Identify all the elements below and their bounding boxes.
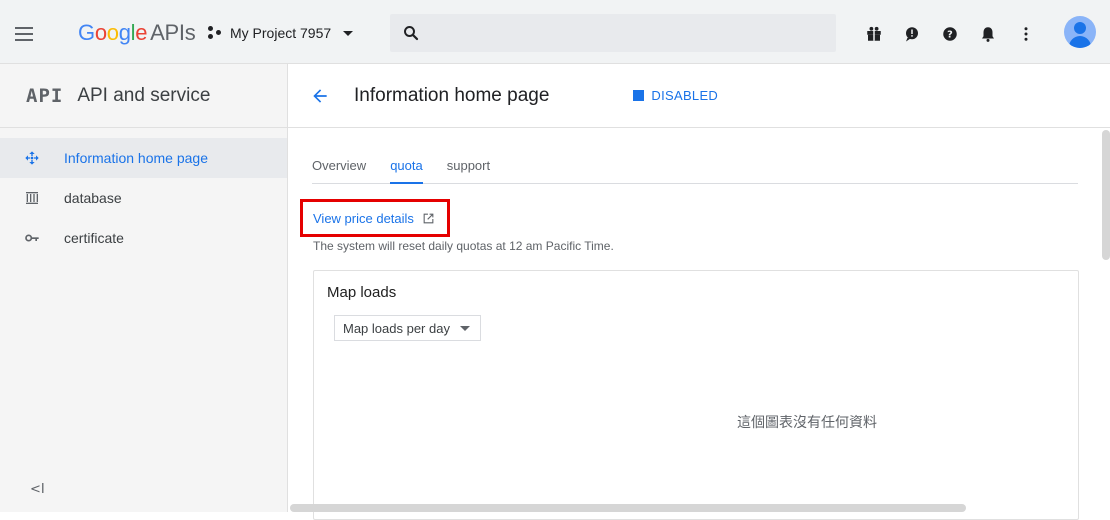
project-selector[interactable]: My Project 7957 <box>208 25 354 41</box>
notifications-icon[interactable] <box>972 20 1004 48</box>
logo-suffix: APIs <box>150 20 196 45</box>
tab-support[interactable]: support <box>447 152 490 183</box>
open-in-new-icon <box>423 213 434 223</box>
tab-bar: Overview quota support <box>312 152 1078 184</box>
sidebar-nav: Information home page database certifica… <box>0 128 287 258</box>
sidebar-item-label: database <box>64 190 122 206</box>
sidebar: API API and service Information home pag… <box>0 64 288 512</box>
top-icons: ? <box>858 20 1048 48</box>
key-icon <box>24 230 40 246</box>
view-price-details-link[interactable]: View price details <box>313 211 435 226</box>
search-bar[interactable] <box>390 14 836 52</box>
project-dots-icon <box>208 26 224 40</box>
tab-quota[interactable]: quota <box>390 152 423 184</box>
feedback-icon[interactable] <box>896 20 928 48</box>
library-icon <box>24 190 40 206</box>
sidebar-item-label: certificate <box>64 230 124 246</box>
tab-overview[interactable]: Overview <box>312 152 366 183</box>
page-title: Information home page <box>354 84 550 106</box>
sidebar-item-certificate[interactable]: certificate <box>0 218 287 258</box>
main-menu-button[interactable] <box>8 18 40 50</box>
svg-text:?: ? <box>947 29 953 40</box>
sidebar-title: API and service <box>77 84 211 106</box>
horizontal-scrollbar[interactable] <box>290 504 966 512</box>
quota-reset-note: The system will reset daily quotas at 12… <box>313 239 614 253</box>
empty-chart-message: 這個圖表沒有任何資料 <box>737 414 877 430</box>
vertical-scrollbar[interactable] <box>1102 130 1110 260</box>
metric-select[interactable]: Map loads per day <box>334 315 481 341</box>
back-button[interactable] <box>300 76 340 116</box>
status-badge: DISABLED <box>633 88 718 103</box>
dashboard-icon <box>24 150 40 166</box>
price-link-label: View price details <box>313 210 414 226</box>
select-value: Map loads per day <box>343 320 450 336</box>
hamburger-icon <box>15 27 33 29</box>
sidebar-item-label: Information home page <box>64 150 208 166</box>
sidebar-item-information-home-page[interactable]: Information home page <box>0 138 287 178</box>
api-mark: API <box>26 84 64 107</box>
chevron-down-icon <box>459 325 470 331</box>
card-title: Map loads <box>327 284 397 301</box>
project-name: My Project 7957 <box>230 25 332 41</box>
main-content: Information home page DISABLED Overview … <box>288 64 1110 520</box>
sidebar-header: API API and service <box>0 64 287 128</box>
sidebar-item-database[interactable]: database <box>0 178 287 218</box>
search-input[interactable] <box>430 14 836 52</box>
search-icon <box>404 26 419 41</box>
map-loads-card: Map loads Map loads per day 這個圖表沒有任何資料 <box>313 270 1079 520</box>
arrow-back-icon <box>313 88 327 103</box>
more-vert-icon[interactable] <box>1010 20 1042 48</box>
collapse-sidebar-button[interactable]: <I <box>30 482 45 497</box>
google-apis-logo[interactable]: Google APIs <box>78 20 196 46</box>
status-square-icon <box>633 90 645 101</box>
gift-icon[interactable] <box>858 20 890 48</box>
help-icon[interactable]: ? <box>934 20 966 48</box>
main-header: Information home page DISABLED <box>288 64 1110 128</box>
top-bar: Google APIs My Project 7957 ? <box>0 0 1110 64</box>
avatar[interactable] <box>1064 16 1096 48</box>
status-text: DISABLED <box>651 88 719 103</box>
highlight-box: View price details <box>300 199 450 237</box>
chevron-down-icon <box>343 30 354 36</box>
